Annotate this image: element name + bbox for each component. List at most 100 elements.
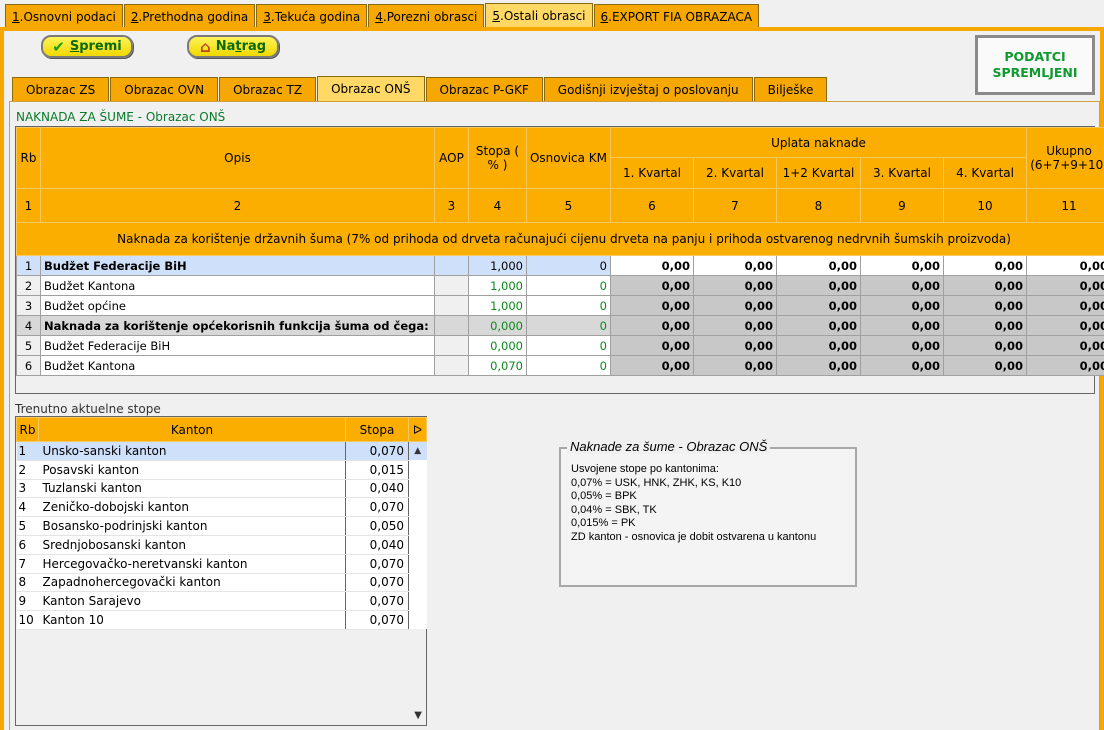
list-item[interactable]: 3 Tuzlanski kanton 0,040 xyxy=(16,479,427,499)
list-item[interactable]: 2 Posavski kanton 0,015 xyxy=(16,460,427,480)
tab-obrazac-ovn[interactable]: Obrazac OVN xyxy=(110,77,219,101)
row-stopa[interactable]: 0,000 xyxy=(468,335,527,356)
top-tab-export-fia[interactable]: 6.EXPORT FIA OBRAZACA xyxy=(593,4,760,28)
top-tab-osnovni-podaci[interactable]: 1.Osnovni podaci xyxy=(5,4,123,28)
top-tab-porezni-obrasci[interactable]: 4.Porezni obrasci xyxy=(368,4,485,28)
row-stopa[interactable]: 1,000 xyxy=(468,255,527,276)
table-row[interactable]: 1 Budžet Federacije BiH 1,000 0 0,00 0,0… xyxy=(16,255,1104,276)
row-q1[interactable]: 0,00 xyxy=(610,315,694,336)
row-aop[interactable] xyxy=(434,315,469,336)
row-osnovica[interactable]: 0 xyxy=(526,295,611,316)
scroll-up-icon[interactable]: ▲ xyxy=(408,441,427,461)
row-q3[interactable]: 0,00 xyxy=(860,355,944,376)
col-number: 2 xyxy=(40,188,435,223)
scrollbar-track[interactable] xyxy=(408,554,427,574)
col-number: 6 xyxy=(610,188,694,223)
sort-icon[interactable]: ᐅ xyxy=(408,417,427,442)
row-q2[interactable]: 0,00 xyxy=(693,295,777,316)
row-stopa[interactable]: 0,070 xyxy=(468,355,527,376)
row-q2[interactable]: 0,00 xyxy=(693,275,777,296)
row-q3[interactable]: 0,00 xyxy=(860,315,944,336)
col-number: 10 xyxy=(942,188,1028,223)
row-q1[interactable]: 0,00 xyxy=(610,255,694,276)
rates-header-kanton[interactable]: Kanton xyxy=(38,417,346,442)
row-q1[interactable]: 0,00 xyxy=(610,335,694,356)
row-q2[interactable]: 0,00 xyxy=(693,315,777,336)
back-button[interactable]: ⌂ Na t rag xyxy=(187,35,279,58)
scrollbar-track[interactable] xyxy=(408,516,427,536)
list-item[interactable]: 4 Zeničko-dobojski kanton 0,070 xyxy=(16,497,427,518)
scrollbar-track[interactable] xyxy=(408,479,427,498)
row-q1[interactable]: 0,00 xyxy=(610,295,694,316)
tab-obrazac-p-gkf[interactable]: Obrazac P-GKF xyxy=(425,77,543,101)
row-q3[interactable]: 0,00 xyxy=(860,255,944,276)
ons-table: Rb Opis AOP Stopa ( % ) Osnovica KM Upla… xyxy=(15,127,1104,376)
rate-kanton: Kanton Sarajevo xyxy=(38,591,346,612)
col-header-ukupno: Ukupno (6+7+9+10) xyxy=(1026,127,1104,189)
row-osnovica[interactable]: 0 xyxy=(526,315,611,336)
row-q4[interactable]: 0,00 xyxy=(942,255,1028,276)
top-tab-tekuca-godina[interactable]: 3.Tekuća godina xyxy=(256,4,368,28)
row-stopa[interactable]: 1,000 xyxy=(468,295,527,316)
scrollbar-track[interactable] xyxy=(408,497,427,517)
list-item[interactable]: 7 Hercegovačko-neretvanski kanton 0,070 xyxy=(16,554,427,574)
row-q4[interactable]: 0,00 xyxy=(942,335,1028,356)
row-aop[interactable] xyxy=(434,355,469,376)
row-q3[interactable]: 0,00 xyxy=(860,295,944,316)
row-aop[interactable] xyxy=(434,255,469,276)
table-row[interactable]: 2 Budžet Kantona 1,000 0 0,00 0,00 0,00 … xyxy=(16,275,1104,296)
row-q2[interactable]: 0,00 xyxy=(693,335,777,356)
scrollbar-track[interactable] xyxy=(408,573,427,592)
tab-obrazac-zs[interactable]: Obrazac ZS xyxy=(12,77,110,101)
list-item[interactable]: 6 Srednjobosanski kanton 0,040 xyxy=(16,535,427,555)
list-item[interactable]: 5 Bosansko-podrinjski kanton 0,050 xyxy=(16,516,427,536)
row-rb: 1 xyxy=(16,255,41,276)
scrollbar-track[interactable] xyxy=(408,610,427,630)
rates-header-stopa[interactable]: Stopa xyxy=(345,417,409,442)
tab-godisnji-izvjestaj[interactable]: Godišnji izvještaj o poslovanju xyxy=(543,77,753,101)
row-aop[interactable] xyxy=(434,275,469,296)
row-q4[interactable]: 0,00 xyxy=(942,315,1028,336)
rate-kanton: Hercegovačko-neretvanski kanton xyxy=(38,554,346,574)
save-button[interactable]: ✔ Spremi xyxy=(41,35,133,58)
list-item[interactable]: 8 Zapadnohercegovački kanton 0,070 xyxy=(16,573,427,593)
scroll-down-icon[interactable]: ▼ xyxy=(414,710,422,721)
scrollbar-track[interactable] xyxy=(408,591,427,611)
rate-kanton: Posavski kanton xyxy=(38,460,346,480)
rate-kanton: Kanton 10 xyxy=(38,610,346,630)
top-tab-ostali-obrasci[interactable]: 5.Ostali obrasci xyxy=(485,3,593,28)
row-q1[interactable]: 0,00 xyxy=(610,275,694,296)
row-q4[interactable]: 0,00 xyxy=(942,355,1028,376)
table-row[interactable]: 4 Naknada za korištenje općekorisnih fun… xyxy=(16,315,1104,336)
row-osnovica[interactable]: 0 xyxy=(526,255,611,276)
row-aop[interactable] xyxy=(434,335,469,356)
row-q2[interactable]: 0,00 xyxy=(693,255,777,276)
row-aop[interactable] xyxy=(434,295,469,316)
row-q3[interactable]: 0,00 xyxy=(860,335,944,356)
row-osnovica[interactable]: 0 xyxy=(526,335,611,356)
row-stopa[interactable]: 0,000 xyxy=(468,315,527,336)
tab-biljeske[interactable]: Bilješke xyxy=(753,77,828,101)
row-q4[interactable]: 0,00 xyxy=(942,295,1028,316)
table-row[interactable]: 5 Budžet Federacije BiH 0,000 0 0,00 0,0… xyxy=(16,335,1104,356)
table-row[interactable]: 3 Budžet općine 1,000 0 0,00 0,00 0,00 0… xyxy=(16,295,1104,316)
list-item[interactable]: 9 Kanton Sarajevo 0,070 xyxy=(16,591,427,612)
col-number: 3 xyxy=(434,188,469,223)
col-number: 4 xyxy=(468,188,527,223)
row-q4[interactable]: 0,00 xyxy=(942,275,1028,296)
table-row[interactable]: 6 Budžet Kantona 0,070 0 0,00 0,00 0,00 … xyxy=(16,355,1104,376)
row-q2[interactable]: 0,00 xyxy=(693,355,777,376)
top-tab-prethodna-godina[interactable]: 2.Prethodna godina xyxy=(123,4,256,28)
row-rb: 5 xyxy=(16,335,41,356)
row-osnovica[interactable]: 0 xyxy=(526,275,611,296)
scrollbar-track[interactable] xyxy=(408,460,427,480)
row-q1[interactable]: 0,00 xyxy=(610,355,694,376)
list-item[interactable]: 1 Unsko-sanski kanton 0,070 ▲ xyxy=(16,441,427,461)
tab-obrazac-tz[interactable]: Obrazac TZ xyxy=(219,77,317,101)
row-stopa[interactable]: 1,000 xyxy=(468,275,527,296)
tab-obrazac-ons[interactable]: Obrazac ONŠ xyxy=(317,76,425,101)
scrollbar-track[interactable] xyxy=(408,535,427,555)
list-item[interactable]: 10 Kanton 10 0,070 xyxy=(16,610,427,630)
row-osnovica[interactable]: 0 xyxy=(526,355,611,376)
row-q3[interactable]: 0,00 xyxy=(860,275,944,296)
